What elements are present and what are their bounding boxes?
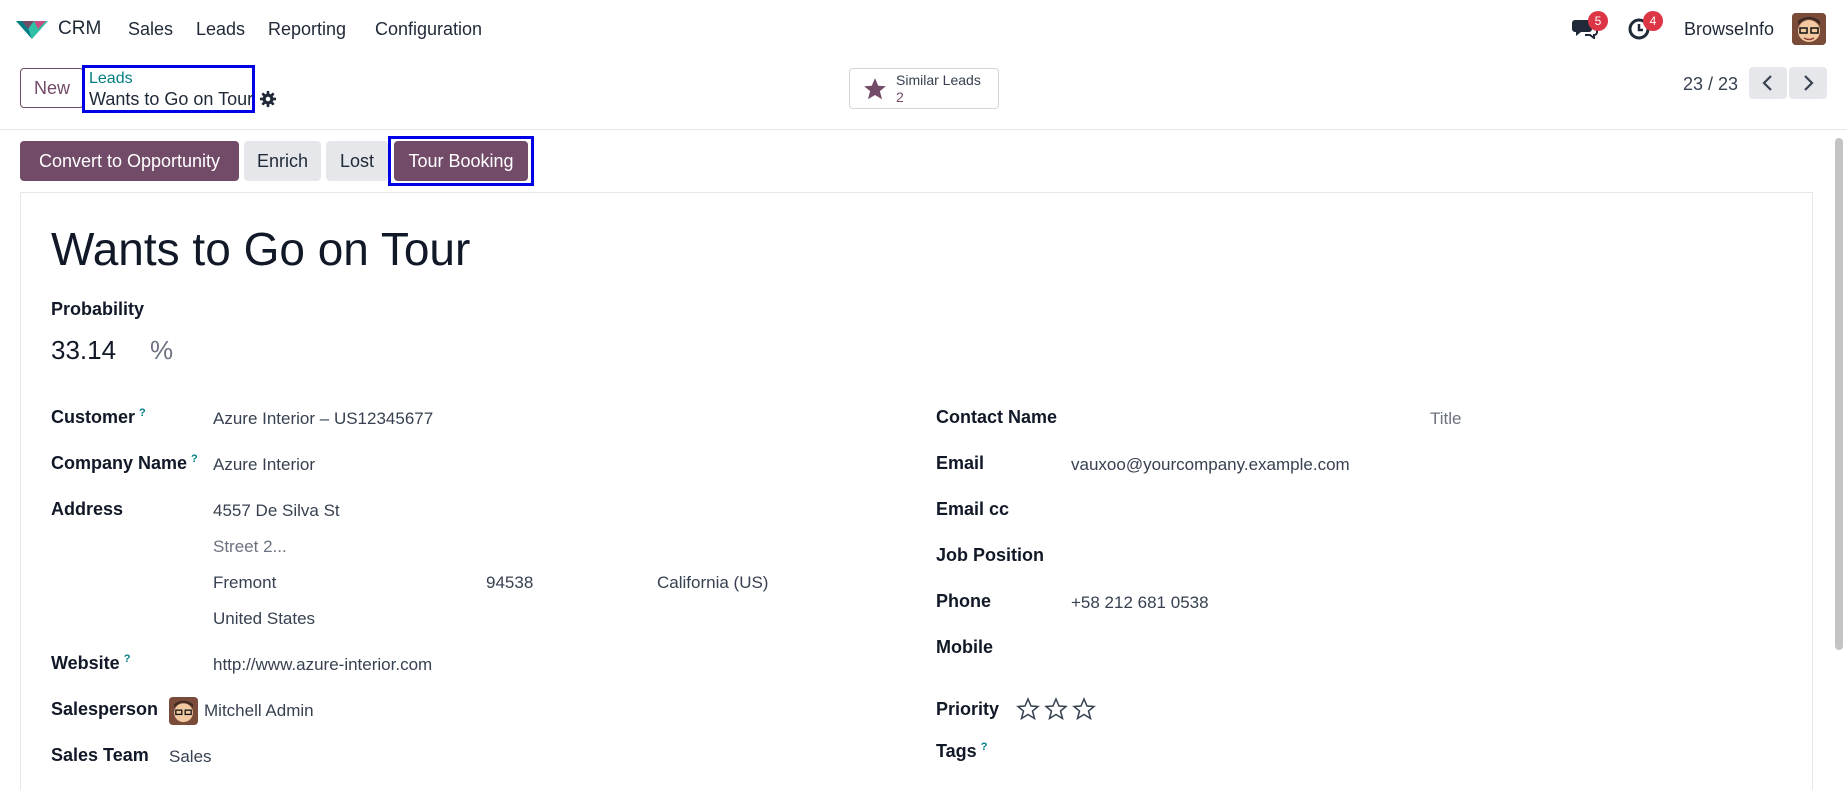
menu-sales[interactable]: Sales <box>128 19 173 40</box>
website-label: Website? <box>51 653 131 673</box>
gear-icon[interactable] <box>259 90 277 108</box>
street-field[interactable]: 4557 De Silva St <box>213 501 340 521</box>
zip-field[interactable]: 94538 <box>486 573 533 593</box>
address-label: Address <box>51 499 124 519</box>
mobile-label: Mobile <box>936 637 993 657</box>
help-icon[interactable]: ? <box>191 453 198 465</box>
similar-leads-count: 2 <box>896 89 904 105</box>
app-name[interactable]: CRM <box>58 18 101 40</box>
email-cc-label: Email cc <box>936 499 1010 519</box>
lost-button[interactable]: Lost <box>326 141 388 181</box>
phone-label: Phone <box>936 591 992 611</box>
pager-previous-button[interactable] <box>1749 67 1787 99</box>
star-icon <box>864 78 886 100</box>
salesperson-label: Salesperson <box>51 699 159 719</box>
similar-leads-label: Similar Leads <box>896 72 981 88</box>
pager-next-button[interactable] <box>1789 67 1827 99</box>
sales-team-field[interactable]: Sales <box>169 747 212 767</box>
state-field[interactable]: California (US) <box>657 573 768 593</box>
new-button[interactable]: New <box>20 68 84 108</box>
menu-configuration[interactable]: Configuration <box>375 19 482 40</box>
tags-label: Tags? <box>936 741 988 761</box>
help-icon[interactable]: ? <box>139 407 146 419</box>
company-switcher[interactable]: BrowseInfo <box>1684 19 1774 40</box>
priority-star-icon[interactable] <box>1016 697 1040 721</box>
breadcrumb: Leads Wants to Go on Tour <box>82 65 255 113</box>
activities-badge: 4 <box>1643 11 1663 31</box>
help-icon[interactable]: ? <box>981 741 988 753</box>
breadcrumb-parent-link[interactable]: Leads <box>89 70 248 88</box>
title-field[interactable]: Title <box>1430 409 1462 429</box>
similar-leads-button[interactable]: Similar Leads 2 <box>849 68 999 109</box>
salesperson-avatar <box>169 697 198 725</box>
scrollbar[interactable] <box>1835 138 1843 650</box>
city-field[interactable]: Fremont <box>213 573 276 593</box>
user-face-icon <box>1792 13 1826 45</box>
sales-team-label: Sales Team <box>51 745 149 765</box>
email-field[interactable]: vauxoo@yourcompany.example.com <box>1071 455 1350 475</box>
control-panel: New Leads Wants to Go on Tour Similar Le… <box>0 58 1847 130</box>
pager-value[interactable]: 23 / 23 <box>1683 74 1738 95</box>
email-label: Email <box>936 453 985 473</box>
contact-name-label: Contact Name <box>936 407 1058 427</box>
priority-star-icon[interactable] <box>1044 697 1068 721</box>
customer-label: Customer? <box>51 407 146 427</box>
country-field[interactable]: United States <box>213 609 315 629</box>
top-navbar: CRM Sales Leads Reporting Configuration … <box>0 0 1847 58</box>
probability-input[interactable]: 33.14 <box>51 335 116 366</box>
phone-field[interactable]: +58 212 681 0538 <box>1071 593 1209 613</box>
user-avatar[interactable] <box>1792 13 1826 45</box>
chevron-right-icon <box>1804 75 1814 91</box>
job-position-label: Job Position <box>936 545 1044 565</box>
company-name-field[interactable]: Azure Interior <box>213 455 315 475</box>
menu-leads[interactable]: Leads <box>196 19 245 40</box>
street2-field[interactable]: Street 2... <box>213 537 287 557</box>
salesperson-field[interactable]: Mitchell Admin <box>204 701 314 721</box>
probability-label: Probability <box>51 299 145 319</box>
enrich-button[interactable]: Enrich <box>244 141 321 181</box>
chevron-left-icon <box>1762 75 1772 91</box>
activities-button[interactable]: 4 <box>1627 11 1663 43</box>
help-icon[interactable]: ? <box>124 653 131 665</box>
user-face-icon <box>169 697 198 725</box>
tour-booking-button[interactable]: Tour Booking <box>394 141 528 181</box>
company-name-label: Company Name? <box>51 453 198 473</box>
breadcrumb-current: Wants to Go on Tour <box>89 89 254 109</box>
customer-field[interactable]: Azure Interior – US12345677 <box>213 409 433 429</box>
priority-star-icon[interactable] <box>1072 697 1096 721</box>
menu-reporting[interactable]: Reporting <box>268 19 346 40</box>
probability-unit: % <box>150 335 174 365</box>
messages-badge: 5 <box>1588 11 1608 31</box>
convert-to-opportunity-button[interactable]: Convert to Opportunity <box>20 141 239 181</box>
website-field[interactable]: http://www.azure-interior.com <box>213 655 432 675</box>
crm-logo-icon[interactable] <box>14 17 50 41</box>
lead-title[interactable]: Wants to Go on Tour <box>51 222 470 276</box>
priority-label: Priority <box>936 699 1000 719</box>
messages-button[interactable]: 5 <box>1572 11 1608 43</box>
